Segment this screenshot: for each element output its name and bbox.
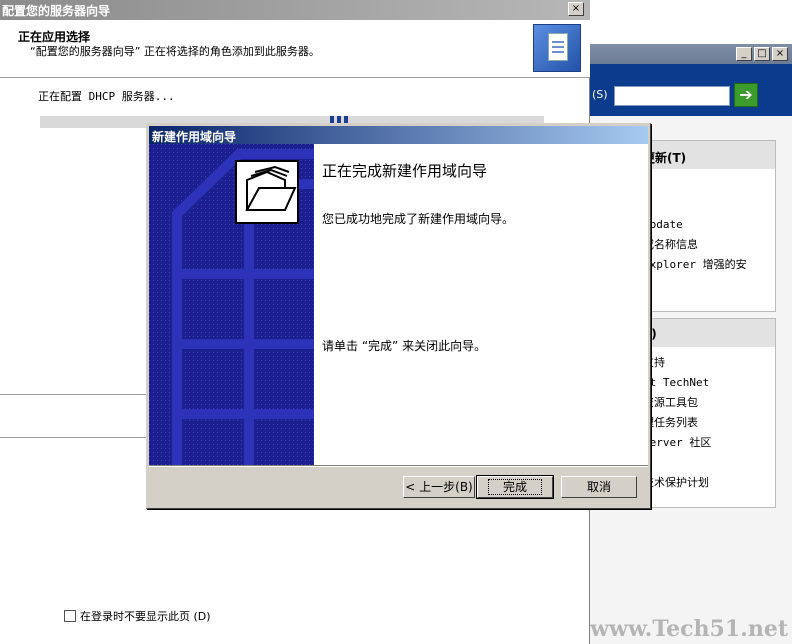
back-button[interactable]: < 上一步(B) [403, 476, 475, 498]
wizard-heading: 正在完成新建作用域向导 [322, 162, 488, 180]
close-button[interactable]: × [568, 2, 584, 16]
finish-label: 完成 [487, 479, 542, 495]
finish-button[interactable]: 完成 [476, 475, 554, 499]
search-input[interactable] [614, 86, 730, 106]
window-controls: _ □ × [736, 47, 788, 61]
divider [0, 394, 150, 395]
divider [149, 465, 648, 467]
status-text: 正在配置 DHCP 服务器... [38, 90, 175, 103]
dont-show-checkbox[interactable]: 在登录时不要显示此页 (D) [64, 608, 211, 624]
maximize-button[interactable]: □ [754, 47, 770, 61]
wizard-content: 正在完成新建作用域向导 您已成功地完成了新建作用域向导。 请单击 “完成” 来关… [314, 144, 648, 465]
minimize-button[interactable]: _ [736, 47, 752, 61]
wizard-header: 正在应用选择 “配置您的服务器向导” 正在将选择的角色添加到此服务器。 [0, 20, 590, 78]
divider [0, 437, 150, 438]
folder-stack-icon [235, 160, 299, 224]
close-button[interactable]: × [772, 47, 788, 61]
header-subtitle: “配置您的服务器向导” 正在将选择的角色添加到此服务器。 [30, 45, 320, 58]
checkbox-label: 在登录时不要显示此页 (D) [80, 610, 211, 623]
close-instruction: 请单击 “完成” 来关闭此向导。 [322, 339, 487, 353]
window-title: 配置您的服务器向导 [2, 4, 111, 18]
new-scope-wizard-dialog: 新建作用域向导 正在完成新建作用域向导 您已成功地完成了新建作用域向导。 请单击… [146, 123, 651, 509]
dialog-title: 新建作用域向导 [152, 130, 237, 144]
manage-server-titlebar: _ □ × [580, 44, 792, 64]
dialog-titlebar[interactable]: 新建作用域向导 [149, 126, 648, 144]
cancel-button[interactable]: 取消 [561, 476, 637, 498]
watermark: www.Tech51.net [590, 616, 788, 642]
server-wizard-icon [533, 24, 581, 72]
configure-titlebar: 配置您的服务器向导 × [0, 0, 590, 20]
completion-message: 您已成功地完成了新建作用域向导。 [322, 212, 515, 226]
search-label: (S) [592, 88, 608, 101]
wizard-side-panel [149, 144, 314, 465]
arrow-right-icon[interactable]: ➔ [734, 83, 758, 107]
checkbox-icon[interactable] [64, 610, 76, 622]
